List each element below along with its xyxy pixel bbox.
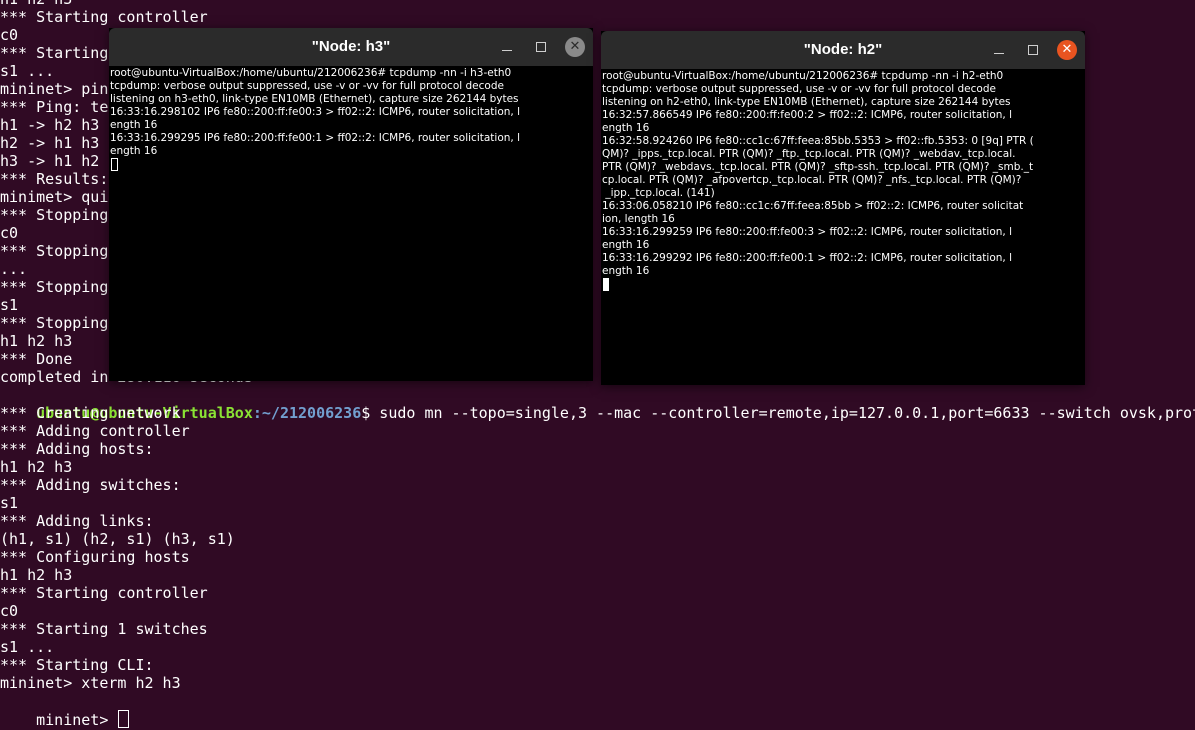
xterm-line: 16:32:57.866549 IP6 fe80::200:ff:fe00:2 …	[602, 109, 1012, 121]
terminal-line: mininet> pin	[0, 80, 109, 98]
terminal-line: s1	[0, 296, 19, 314]
xterm-line: root@ubuntu-VirtualBox:/home/ubuntu/2120…	[110, 67, 512, 79]
terminal-line: *** Done	[0, 350, 73, 368]
terminal-line: ...	[0, 260, 28, 278]
xterm-cursor	[111, 158, 118, 171]
terminal-line: s1 ...	[0, 638, 55, 656]
terminal-line: *** Stopping	[0, 242, 109, 260]
terminal-line: *** Configuring hosts	[0, 548, 190, 566]
xterm-line: PTR (QM)? _webdavs._tcp.local. PTR (QM)?…	[602, 161, 1034, 173]
terminal-line: h1 -> h2 h3	[0, 116, 100, 134]
xterm-line: tcpdump: verbose output suppressed, use …	[602, 83, 996, 95]
xterm-window-h2[interactable]: "Node: h2" ✕ root@ubuntu-VirtualBox:/hom…	[601, 31, 1085, 385]
xterm-line: listening on h3-eth0, link-type EN10MB (…	[110, 93, 519, 105]
window-title-h3: "Node: h3"	[311, 38, 391, 55]
xterm-line: QM)? _ipps._tcp.local. PTR (QM)? _ftp._t…	[602, 148, 1016, 160]
xterm-line: cp.local. PTR (QM)? _afpovertcp._tcp.loc…	[602, 174, 1022, 186]
xterm-line: 16:33:16.299259 IP6 fe80::200:ff:fe00:3 …	[602, 226, 1012, 238]
xterm-line: ength 16	[602, 239, 650, 251]
titlebar-h2[interactable]: "Node: h2" ✕	[601, 31, 1085, 69]
shell-command-line: ubuntu@ubuntu-VirtualBox:~/212006236$ su…	[0, 386, 1195, 422]
terminal-line: *** Stopping	[0, 314, 109, 332]
terminal-line: *** Stopping	[0, 206, 109, 224]
terminal-line: h1 h2 h3	[0, 332, 73, 350]
terminal-line: h1 h2 h3	[0, 458, 73, 476]
xterm-line: listening on h2-eth0, link-type EN10MB (…	[602, 96, 1011, 108]
terminal-cursor	[118, 710, 130, 728]
xterm-line: ion, length 16	[602, 213, 675, 225]
xterm-line: tcpdump: verbose output suppressed, use …	[110, 80, 504, 92]
xterm-output-h2[interactable]: root@ubuntu-VirtualBox:/home/ubuntu/2120…	[601, 69, 1085, 385]
terminal-line: c0	[0, 224, 19, 242]
xterm-line: 16:33:06.058210 IP6 fe80::cc1c:67ff:feea…	[602, 200, 1024, 212]
terminal-line: mininet> xterm h2 h3	[0, 674, 181, 692]
xterm-line: ength 16	[110, 145, 158, 157]
xterm-line: ength 16	[110, 119, 158, 131]
terminal-line: s1 ...	[0, 62, 55, 80]
close-button-h2[interactable]: ✕	[1057, 40, 1077, 60]
titlebar-h3[interactable]: "Node: h3" ✕	[109, 28, 593, 66]
xterm-line: _ipp._tcp.local. (141)	[602, 187, 715, 199]
xterm-line: 16:33:16.299295 IP6 fe80::200:ff:fe00:1 …	[110, 132, 520, 144]
terminal-line: h3 -> h1 h2	[0, 152, 100, 170]
prompt-command: $ sudo mn --topo=single,3 --mac --contro…	[361, 404, 1195, 422]
maximize-button-h2[interactable]	[1023, 40, 1043, 60]
xterm-line: 16:33:16.298102 IP6 fe80::200:ff:fe00:3 …	[110, 106, 520, 118]
terminal-line: *** Stopping	[0, 278, 109, 296]
terminal-line: *** Starting CLI:	[0, 656, 154, 674]
xterm-output-h3[interactable]: root@ubuntu-VirtualBox:/home/ubuntu/2120…	[109, 66, 593, 381]
terminal-line: (h1, s1) (h2, s1) (h3, s1)	[0, 530, 235, 548]
terminal-line: *** Starting controller	[0, 8, 208, 26]
minimize-button-h2[interactable]	[989, 40, 1009, 60]
maximize-button-h3[interactable]	[531, 37, 551, 57]
terminal-line: h1 h2 h3	[0, 0, 72, 8]
terminal-line: *** Adding switches:	[0, 476, 181, 494]
terminal-line: *** Starting 1 switches	[0, 620, 208, 638]
xterm-line: root@ubuntu-VirtualBox:/home/ubuntu/2120…	[602, 70, 1004, 82]
close-button-h3[interactable]: ✕	[565, 37, 585, 57]
terminal-line: *** Adding controller	[0, 422, 190, 440]
terminal-line: s1	[0, 494, 19, 512]
xterm-window-h3[interactable]: "Node: h3" ✕ root@ubuntu-VirtualBox:/hom…	[109, 28, 593, 381]
terminal-line: minimet> qui	[0, 188, 109, 206]
terminal-line: *** Creating network	[0, 404, 181, 422]
terminal-line: *** Adding links:	[0, 512, 154, 530]
mininet-prompt: mininet>	[36, 711, 118, 729]
terminal-line: h1 h2 h3	[0, 566, 73, 584]
xterm-line: ength 16	[602, 265, 650, 277]
xterm-cursor	[603, 278, 609, 291]
xterm-line: 16:32:58.924260 IP6 fe80::cc1c:67ff:feea…	[602, 135, 1034, 147]
xterm-line: 16:33:16.299292 IP6 fe80::200:ff:fe00:1 …	[602, 252, 1012, 264]
terminal-line: c0	[0, 26, 19, 44]
terminal-line: *** Ping: te	[0, 98, 109, 116]
prompt-path: :~/212006236	[252, 404, 362, 422]
window-title-h2: "Node: h2"	[803, 41, 883, 58]
mininet-prompt-line[interactable]: mininet>	[0, 692, 130, 729]
terminal-line: h2 -> h1 h3	[0, 134, 100, 152]
terminal-line: *** Starting	[0, 44, 109, 62]
minimize-button-h3[interactable]	[497, 37, 517, 57]
terminal-line: *** Starting controller	[0, 584, 208, 602]
xterm-line: ength 16	[602, 122, 650, 134]
terminal-line: *** Results:	[0, 170, 109, 188]
terminal-line: c0	[0, 602, 19, 620]
terminal-line: *** Adding hosts:	[0, 440, 154, 458]
